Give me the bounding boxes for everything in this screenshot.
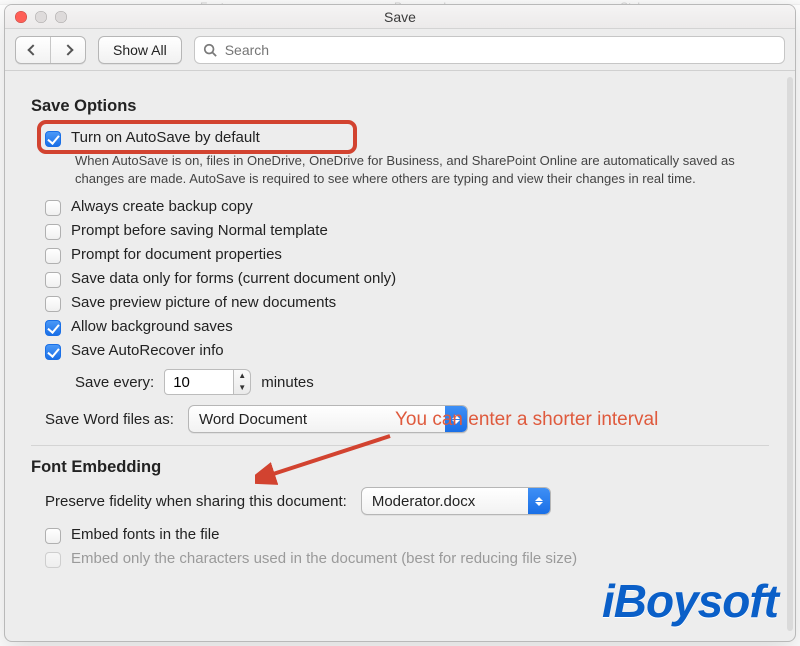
save-preview-label: Save preview picture of new documents <box>71 294 336 311</box>
scrollbar[interactable] <box>787 77 793 631</box>
embed-fonts-checkbox[interactable] <box>45 528 61 544</box>
save-every-input[interactable] <box>164 369 234 395</box>
backup-copy-checkbox[interactable] <box>45 200 61 216</box>
back-button[interactable] <box>16 37 50 63</box>
window-titlebar: Save <box>5 5 795 29</box>
save-files-as-value: Word Document <box>199 411 307 428</box>
search-icon <box>203 43 217 57</box>
embed-fonts-label: Embed fonts in the file <box>71 526 219 543</box>
embed-only-used-label: Embed only the characters used in the do… <box>71 550 577 567</box>
save-preview-checkbox[interactable] <box>45 296 61 312</box>
embed-only-used-checkbox <box>45 552 61 568</box>
preferences-window: Save Show All Save Options Turn on AutoS… <box>4 4 796 642</box>
autosave-label: Turn on AutoSave by default <box>71 129 260 146</box>
preserve-fidelity-value: Moderator.docx <box>372 493 475 510</box>
save-every-label: Save every: <box>75 374 154 391</box>
autosave-help-text: When AutoSave is on, files in OneDrive, … <box>31 150 751 195</box>
save-every-unit: minutes <box>261 374 314 391</box>
forward-button[interactable] <box>50 37 85 63</box>
save-forms-only-label: Save data only for forms (current docume… <box>71 270 396 287</box>
show-all-button[interactable]: Show All <box>98 36 182 64</box>
stepper-up-button[interactable]: ▲ <box>234 370 250 382</box>
prompt-docprops-checkbox[interactable] <box>45 248 61 264</box>
search-input[interactable] <box>223 41 776 59</box>
save-options-heading: Save Options <box>31 97 769 116</box>
close-window-icon[interactable] <box>15 11 27 23</box>
font-embedding-heading: Font Embedding <box>31 458 769 477</box>
annotation-text: You can enter a shorter interval <box>395 409 658 431</box>
preserve-fidelity-dropdown[interactable]: Moderator.docx <box>361 487 551 515</box>
section-divider <box>31 445 769 446</box>
zoom-window-icon <box>55 11 67 23</box>
stepper-down-button[interactable]: ▼ <box>234 382 250 394</box>
backup-copy-label: Always create backup copy <box>71 198 253 215</box>
background-saves-checkbox[interactable] <box>45 320 61 336</box>
save-every-stepper: ▲ ▼ <box>164 369 251 395</box>
updown-caret-icon <box>528 488 550 514</box>
autorecover-checkbox[interactable] <box>45 344 61 360</box>
prompt-normal-checkbox[interactable] <box>45 224 61 240</box>
window-title: Save <box>5 9 795 25</box>
minimize-window-icon <box>35 11 47 23</box>
prompt-normal-label: Prompt before saving Normal template <box>71 222 328 239</box>
content-area: Save Options Turn on AutoSave by default… <box>5 71 795 641</box>
autosave-row: Turn on AutoSave by default <box>31 126 769 150</box>
save-forms-only-checkbox[interactable] <box>45 272 61 288</box>
autorecover-label: Save AutoRecover info <box>71 342 224 359</box>
prompt-docprops-label: Prompt for document properties <box>71 246 282 263</box>
background-saves-label: Allow background saves <box>71 318 233 335</box>
nav-back-forward <box>15 36 86 64</box>
toolbar: Show All <box>5 29 795 71</box>
preserve-fidelity-label: Preserve fidelity when sharing this docu… <box>45 493 347 510</box>
save-files-as-label: Save Word files as: <box>45 411 174 428</box>
autosave-checkbox[interactable] <box>45 131 61 147</box>
search-field-wrapper[interactable] <box>194 36 785 64</box>
